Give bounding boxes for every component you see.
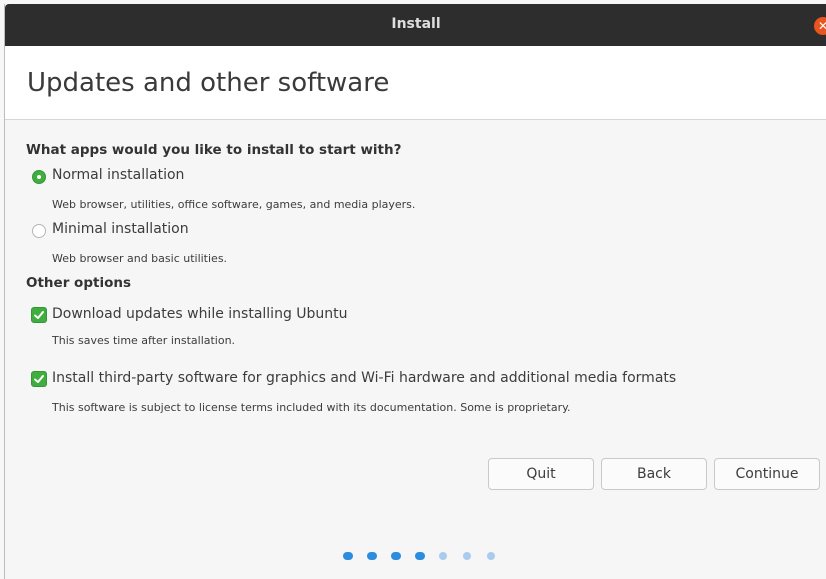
progress-dot-pending <box>487 552 495 560</box>
progress-dot-complete <box>367 552 377 560</box>
installer-window: Install ✕ Updates and other software Wha… <box>4 4 826 579</box>
title-bar[interactable]: Install ✕ <box>5 4 826 46</box>
normal-installation-radio[interactable] <box>32 170 46 184</box>
close-icon[interactable]: ✕ <box>814 17 826 35</box>
page-title: Updates and other software <box>27 68 390 98</box>
minimal-installation-description: Web browser and basic utilities. <box>52 252 228 265</box>
progress-dot-pending <box>463 552 471 560</box>
content-area: What apps would you like to install to s… <box>5 120 826 579</box>
back-button[interactable]: Back <box>601 458 707 490</box>
normal-installation-description: Web browser, utilities, office software,… <box>52 198 416 211</box>
other-options-heading: Other options <box>26 275 131 291</box>
page-header: Updates and other software <box>5 46 826 120</box>
progress-dot-complete <box>343 552 353 560</box>
third-party-software-checkbox[interactable] <box>31 371 47 387</box>
normal-installation-label[interactable]: Normal installation <box>52 167 184 183</box>
progress-dot-pending <box>439 552 447 560</box>
checkmark-icon <box>34 311 44 319</box>
continue-button[interactable]: Continue <box>714 458 820 490</box>
quit-button[interactable]: Quit <box>488 458 594 490</box>
checkmark-icon <box>34 375 44 383</box>
download-updates-description: This saves time after installation. <box>52 334 236 347</box>
minimal-installation-radio[interactable] <box>32 224 46 238</box>
window-title: Install <box>391 16 441 32</box>
progress-dot-complete <box>415 552 425 560</box>
third-party-software-label[interactable]: Install third-party software for graphic… <box>52 370 676 386</box>
minimal-installation-label[interactable]: Minimal installation <box>52 221 189 237</box>
third-party-software-description: This software is subject to license term… <box>52 401 571 414</box>
apps-section-heading: What apps would you like to install to s… <box>26 142 402 158</box>
download-updates-checkbox[interactable] <box>31 307 47 323</box>
download-updates-label[interactable]: Download updates while installing Ubuntu <box>52 306 348 322</box>
progress-dot-complete <box>391 552 401 560</box>
